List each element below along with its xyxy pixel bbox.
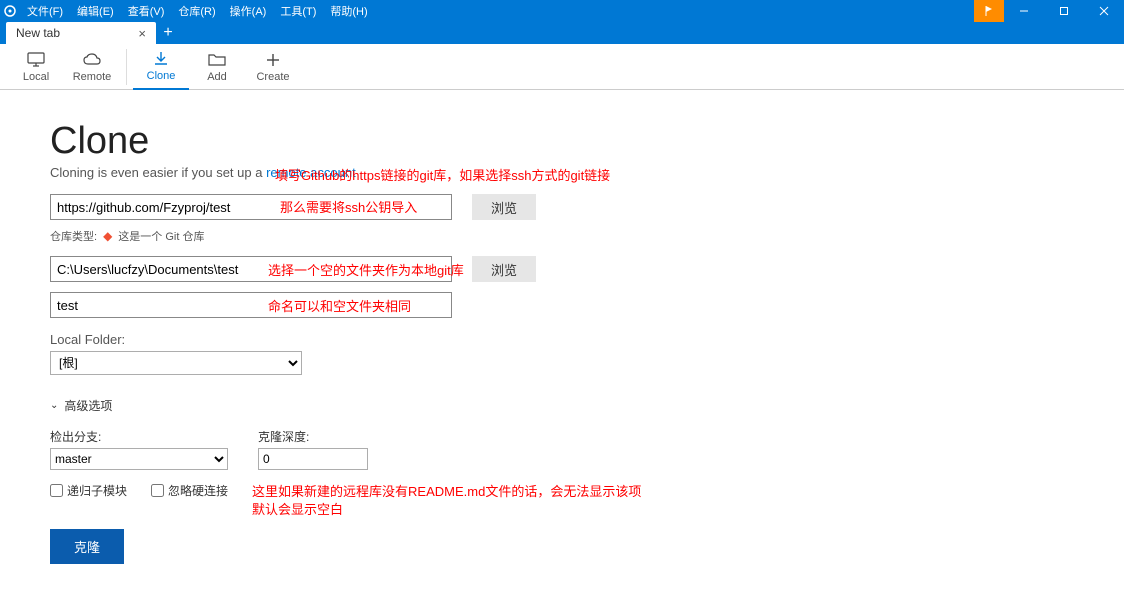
browse-source-button[interactable]: 浏览	[472, 194, 536, 220]
toolbar: Local Remote Clone Add Create	[0, 44, 1124, 90]
notification-flag-icon[interactable]	[974, 0, 1004, 22]
no-hardlinks-checkbox[interactable]: 忽略硬连接	[151, 482, 228, 499]
annotation-source-2: 那么需要将ssh公钥导入	[280, 197, 417, 216]
checkout-branch-label: 检出分支:	[50, 428, 228, 445]
tab-title: New tab	[16, 26, 60, 40]
local-folder-label: Local Folder:	[50, 332, 1124, 347]
clone-form: Clone Cloning is even easier if you set …	[0, 90, 1124, 564]
toolbar-remote[interactable]: Remote	[64, 44, 120, 90]
git-diamond-icon: ◆	[103, 229, 112, 243]
page-title: Clone	[50, 120, 1124, 163]
checkbox-row: 递归子模块 忽略硬连接 这里如果新建的远程库没有README.md文件的话，会无…	[50, 482, 1124, 499]
annotation-name: 命名可以和空文件夹相同	[268, 296, 411, 315]
local-folder-select[interactable]: [根]	[50, 351, 302, 375]
tab-close-icon[interactable]: ×	[138, 26, 146, 41]
annotation-source-1: 填写Github的https链接的git库，如果选择ssh方式的git链接	[275, 165, 610, 184]
add-tab-button[interactable]: +	[156, 22, 180, 44]
browse-dest-button[interactable]: 浏览	[472, 256, 536, 282]
minimize-button[interactable]	[1004, 0, 1044, 22]
advanced-options: 检出分支: master 克隆深度:	[50, 428, 1124, 470]
download-icon	[153, 50, 169, 68]
folder-icon	[208, 51, 226, 69]
toolbar-separator	[126, 49, 127, 85]
recurse-submodules-checkbox[interactable]: 递归子模块	[50, 482, 127, 499]
advanced-toggle[interactable]: ⌄ 高级选项	[50, 397, 1124, 414]
annotation-branch-1: 这里如果新建的远程库没有README.md文件的话，会无法显示该项	[252, 481, 641, 500]
menu-edit[interactable]: 编辑(E)	[70, 3, 121, 19]
toolbar-clone[interactable]: Clone	[133, 44, 189, 90]
annotation-dest: 选择一个空的文件夹作为本地git库	[268, 260, 464, 279]
title-bar: 文件(F) 编辑(E) 查看(V) 仓库(R) 操作(A) 工具(T) 帮助(H…	[0, 0, 1124, 22]
chevron-down-icon: ⌄	[50, 400, 58, 411]
checkout-branch-select[interactable]: master	[50, 448, 228, 470]
menu-help[interactable]: 帮助(H)	[323, 3, 374, 19]
cloud-icon	[82, 51, 102, 69]
app-logo-icon	[0, 5, 20, 17]
tab-bar: New tab × +	[0, 22, 1124, 44]
toolbar-local[interactable]: Local	[8, 44, 64, 90]
main-menu: 文件(F) 编辑(E) 查看(V) 仓库(R) 操作(A) 工具(T) 帮助(H…	[20, 3, 375, 19]
menu-repo[interactable]: 仓库(R)	[171, 3, 222, 19]
close-button[interactable]	[1084, 0, 1124, 22]
toolbar-add[interactable]: Add	[189, 44, 245, 90]
maximize-button[interactable]	[1044, 0, 1084, 22]
toolbar-create[interactable]: Create	[245, 44, 301, 90]
clone-depth-label: 克隆深度:	[258, 428, 368, 445]
repo-type-row: 仓库类型: ◆ 这是一个 Git 仓库	[50, 228, 1124, 244]
clone-submit-button[interactable]: 克隆	[50, 529, 124, 564]
menu-view[interactable]: 查看(V)	[121, 3, 172, 19]
plus-icon	[266, 51, 280, 69]
clone-depth-input[interactable]	[258, 448, 368, 470]
annotation-branch-2: 默认会显示空白	[252, 499, 343, 518]
menu-action[interactable]: 操作(A)	[223, 3, 274, 19]
menu-tools[interactable]: 工具(T)	[273, 3, 323, 19]
menu-file[interactable]: 文件(F)	[20, 3, 70, 19]
window-controls	[974, 0, 1124, 22]
monitor-icon	[27, 51, 45, 69]
tab-new[interactable]: New tab ×	[6, 22, 156, 44]
